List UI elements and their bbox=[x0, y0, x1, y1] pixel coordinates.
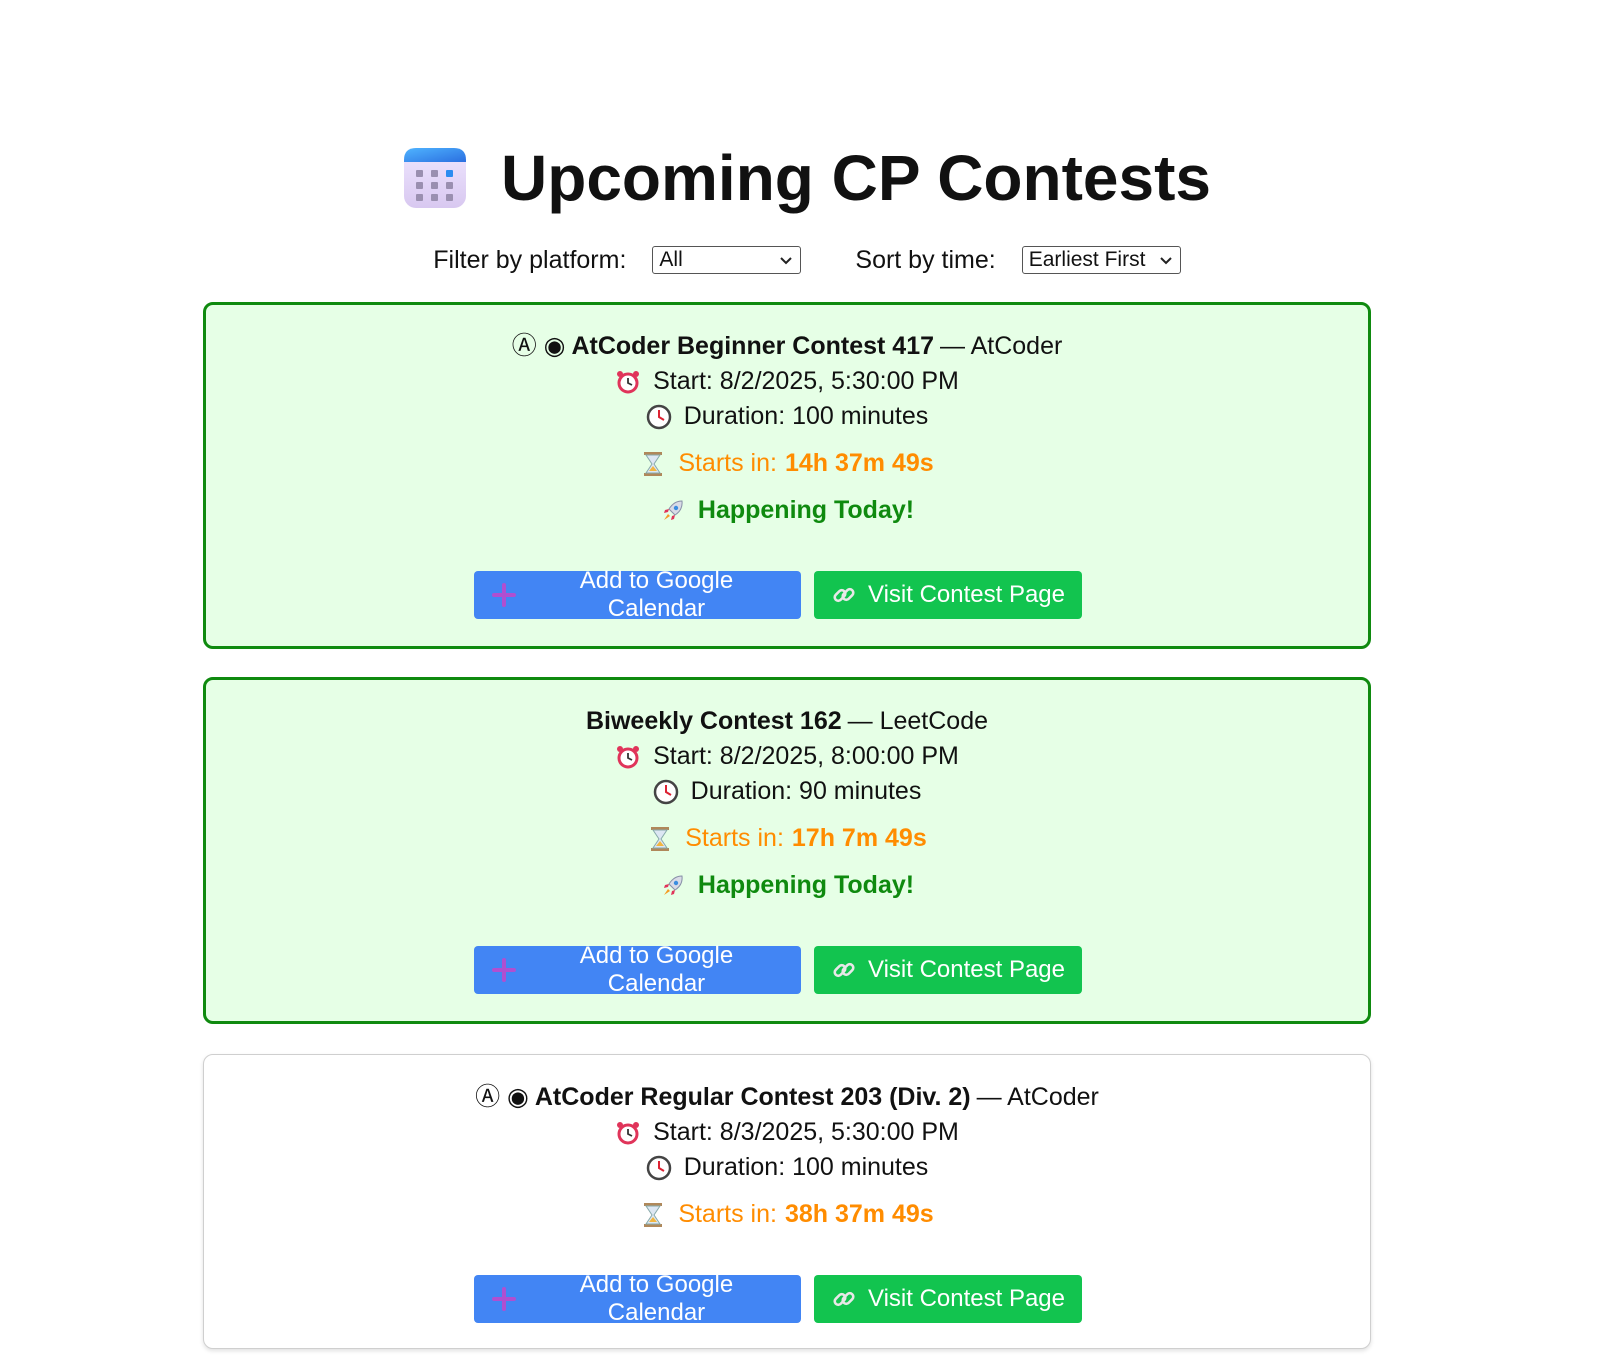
contest-start: Start: 8/2/2025, 5:30:00 PM bbox=[653, 367, 959, 395]
contest-duration: Duration: 100 minutes bbox=[683, 1153, 929, 1181]
contest-duration: Duration: 100 minutes bbox=[683, 402, 929, 430]
add-to-calendar-label: Add to Google Calendar bbox=[579, 1271, 734, 1326]
contest-title-line: Biweekly Contest 162 — LeetCode bbox=[206, 704, 1368, 739]
countdown-label: Starts in: bbox=[678, 449, 777, 477]
start-line: Start: 8/2/2025, 8:00:00 PM bbox=[206, 739, 1368, 774]
add-to-calendar-label: Add to Google Calendar bbox=[579, 567, 734, 622]
today-message-line: Happening Today! bbox=[206, 868, 1368, 903]
page-title: Upcoming CP Contests bbox=[501, 142, 1211, 214]
countdown-value: 38h 37m 49s bbox=[784, 1200, 934, 1228]
contest-title-line: Ⓐ ◉ AtCoder Regular Contest 203 (Div. 2)… bbox=[204, 1080, 1370, 1115]
clock-icon bbox=[646, 1155, 671, 1180]
add-to-calendar-button[interactable]: Add to Google Calendar bbox=[474, 942, 801, 997]
contest-duration: Duration: 90 minutes bbox=[690, 777, 922, 805]
contest-card: Ⓐ ◉ AtCoder Beginner Contest 417 — AtCod… bbox=[203, 302, 1371, 649]
platform-filter-value: All bbox=[659, 248, 683, 271]
sort-select[interactable]: Earliest First bbox=[1021, 246, 1181, 274]
card-actions: Add to Google Calendar Visit Contest Pag… bbox=[188, 567, 1368, 622]
countdown-line: Starts in: 17h 7m 49s bbox=[206, 821, 1368, 856]
controls-bar: Filter by platform: All Sort by time: Ea… bbox=[0, 240, 1614, 280]
alarm-clock-icon bbox=[617, 370, 640, 393]
visit-contest-button[interactable]: Visit Contest Page bbox=[814, 946, 1082, 994]
link-icon bbox=[833, 1291, 855, 1307]
card-actions: Add to Google Calendar Visit Contest Pag… bbox=[186, 1271, 1370, 1326]
card-actions: Add to Google Calendar Visit Contest Pag… bbox=[188, 942, 1368, 997]
visit-contest-label: Visit Contest Page bbox=[868, 1285, 1066, 1312]
contest-name: AtCoder Regular Contest 203 (Div. 2) bbox=[534, 1083, 971, 1111]
hourglass-icon bbox=[644, 1202, 663, 1227]
link-icon bbox=[833, 962, 855, 978]
contest-card: Biweekly Contest 162 — LeetCode Start: 8… bbox=[203, 677, 1371, 1024]
atcoder-badge-icon: Ⓐ ◉ bbox=[511, 332, 566, 360]
page: Upcoming CP Contests Filter by platform:… bbox=[0, 0, 1614, 1360]
start-line: Start: 8/2/2025, 5:30:00 PM bbox=[206, 364, 1368, 399]
countdown-label: Starts in: bbox=[678, 1200, 777, 1228]
countdown-value: 14h 37m 49s bbox=[784, 449, 934, 477]
link-icon bbox=[833, 587, 855, 603]
today-message: Happening Today! bbox=[697, 871, 915, 899]
start-line: Start: 8/3/2025, 5:30:00 PM bbox=[204, 1115, 1370, 1150]
contest-name: Biweekly Contest 162 bbox=[585, 707, 842, 735]
page-header: Upcoming CP Contests bbox=[0, 138, 1614, 218]
countdown-label: Starts in: bbox=[685, 824, 784, 852]
platform-filter-select[interactable]: All bbox=[652, 246, 802, 274]
alarm-clock-icon bbox=[617, 1121, 640, 1144]
contest-name: AtCoder Beginner Contest 417 bbox=[571, 332, 935, 360]
calendar-icon bbox=[404, 148, 466, 208]
clock-icon bbox=[653, 779, 678, 804]
contest-platform: — LeetCode bbox=[847, 707, 989, 735]
chevron-down-icon bbox=[1160, 257, 1172, 265]
duration-line: Duration: 90 minutes bbox=[206, 774, 1368, 809]
atcoder-badge-icon: Ⓐ ◉ bbox=[475, 1083, 529, 1111]
sort-value: Earliest First bbox=[1028, 248, 1146, 271]
rocket-icon bbox=[663, 874, 683, 895]
hourglass-icon bbox=[644, 451, 663, 476]
contest-start: Start: 8/3/2025, 5:30:00 PM bbox=[653, 1118, 959, 1146]
visit-contest-label: Visit Contest Page bbox=[868, 581, 1066, 608]
chevron-down-icon bbox=[780, 257, 793, 265]
visit-contest-label: Visit Contest Page bbox=[868, 956, 1066, 983]
contest-platform: — AtCoder bbox=[940, 332, 1063, 360]
today-message: Happening Today! bbox=[697, 496, 915, 524]
visit-contest-button[interactable]: Visit Contest Page bbox=[814, 1275, 1082, 1323]
today-message-line: Happening Today! bbox=[206, 493, 1368, 528]
contest-card: Ⓐ ◉ AtCoder Regular Contest 203 (Div. 2)… bbox=[203, 1054, 1371, 1349]
countdown-value: 17h 7m 49s bbox=[791, 824, 927, 852]
plus-icon bbox=[492, 583, 516, 607]
countdown-line: Starts in: 38h 37m 49s bbox=[204, 1197, 1370, 1232]
contest-start: Start: 8/2/2025, 8:00:00 PM bbox=[653, 742, 959, 770]
duration-line: Duration: 100 minutes bbox=[204, 1150, 1370, 1185]
plus-icon bbox=[492, 1287, 516, 1311]
add-to-calendar-button[interactable]: Add to Google Calendar bbox=[474, 1271, 801, 1326]
filter-label: Filter by platform: bbox=[433, 245, 627, 274]
countdown-line: Starts in: 14h 37m 49s bbox=[206, 446, 1368, 481]
add-to-calendar-button[interactable]: Add to Google Calendar bbox=[474, 567, 801, 622]
contest-platform: — AtCoder bbox=[976, 1083, 1099, 1111]
clock-icon bbox=[646, 404, 671, 429]
add-to-calendar-label: Add to Google Calendar bbox=[579, 942, 734, 997]
sort-label: Sort by time: bbox=[855, 245, 996, 274]
rocket-icon bbox=[663, 499, 683, 520]
hourglass-icon bbox=[651, 826, 670, 851]
alarm-clock-icon bbox=[617, 745, 640, 768]
visit-contest-button[interactable]: Visit Contest Page bbox=[814, 571, 1082, 619]
duration-line: Duration: 100 minutes bbox=[206, 399, 1368, 434]
contest-title-line: Ⓐ ◉ AtCoder Beginner Contest 417 — AtCod… bbox=[206, 329, 1368, 364]
plus-icon bbox=[492, 958, 516, 982]
